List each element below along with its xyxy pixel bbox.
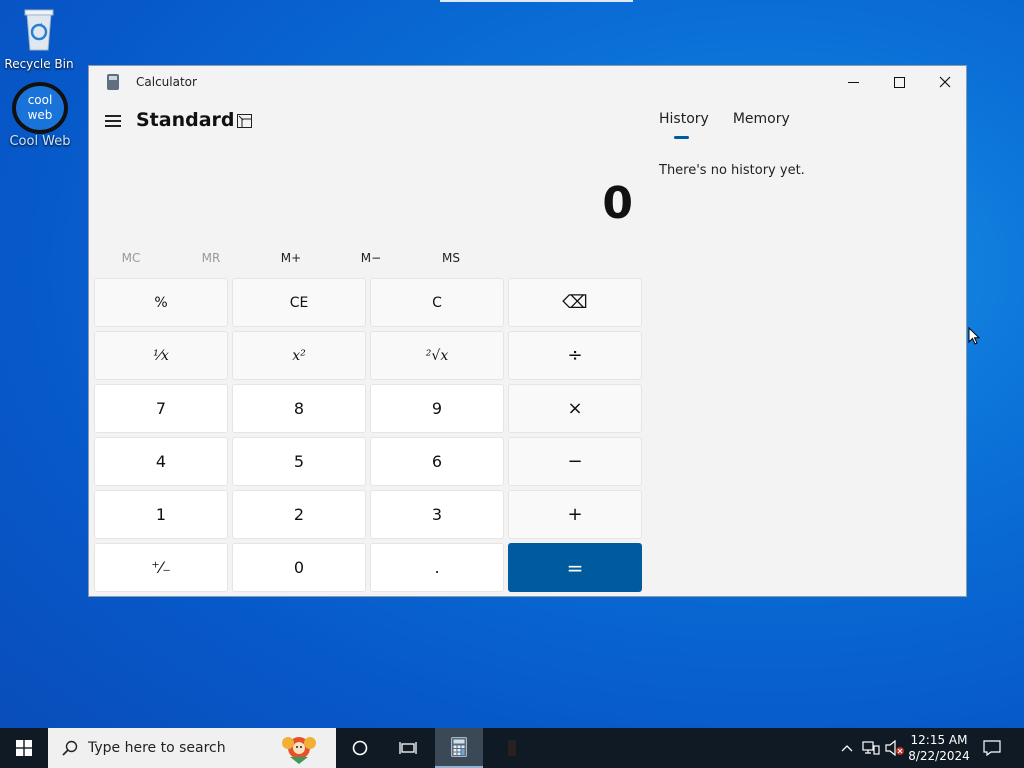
history-memory-tabs: History Memory	[659, 111, 790, 139]
clear-entry-button[interactable]: CE	[232, 278, 366, 327]
title-bar[interactable]: Calculator	[89, 66, 966, 98]
taskbar: Type here to search 12:15 AM 8/22/2024	[0, 728, 1024, 768]
show-hidden-icons-button[interactable]	[838, 728, 856, 768]
tab-history[interactable]: History	[659, 111, 709, 139]
digit-3-button[interactable]: 3	[370, 490, 504, 539]
keep-on-top-icon[interactable]	[237, 114, 252, 128]
calculator-app-icon	[107, 74, 119, 90]
clock-time: 12:15 AM	[910, 733, 968, 747]
digit-1-button[interactable]: 1	[94, 490, 228, 539]
hamburger-icon-line	[105, 120, 121, 122]
plus-button[interactable]: +	[508, 490, 642, 539]
action-center-button[interactable]	[978, 728, 1006, 768]
result-display: 0	[602, 178, 633, 229]
app-window-icon	[508, 740, 516, 756]
backspace-button[interactable]: ⌫	[508, 278, 642, 327]
percent-button[interactable]: %	[94, 278, 228, 327]
cool-web-badge-line1: cool	[27, 93, 53, 107]
desktop-icon-cool-web[interactable]: cool web Cool Web	[1, 82, 79, 149]
divide-button[interactable]: ÷	[508, 331, 642, 380]
equals-button[interactable]: =	[508, 543, 642, 592]
maximize-button[interactable]	[876, 66, 922, 98]
network-icon	[862, 741, 880, 755]
taskbar-app-item[interactable]	[488, 728, 536, 768]
hamburger-icon-line	[105, 115, 121, 117]
cortana-button[interactable]	[336, 728, 384, 768]
minimize-icon	[847, 81, 859, 83]
close-button[interactable]	[922, 66, 968, 98]
desktop-icon-label: Recycle Bin	[4, 57, 74, 71]
clear-button[interactable]: C	[370, 278, 504, 327]
search-placeholder: Type here to search	[88, 740, 226, 756]
multiply-button[interactable]: ×	[508, 384, 642, 433]
memory-row: MC MR M+ M− MS	[91, 251, 491, 265]
reciprocal-button[interactable]: ¹⁄x	[94, 331, 228, 380]
decimal-button[interactable]: .	[370, 543, 504, 592]
search-icon	[62, 740, 78, 756]
memory-recall-button[interactable]: MR	[171, 251, 251, 265]
top-edge-strip	[440, 0, 633, 2]
digit-2-button[interactable]: 2	[232, 490, 366, 539]
volume-muted-icon	[885, 740, 904, 756]
minus-button[interactable]: −	[508, 437, 642, 486]
desktop-icon-label: Cool Web	[9, 134, 71, 149]
digit-5-button[interactable]: 5	[232, 437, 366, 486]
digit-4-button[interactable]: 4	[94, 437, 228, 486]
calculator-mode-title: Standard	[136, 109, 235, 131]
chevron-up-icon	[841, 745, 853, 752]
cortana-circle-icon	[352, 740, 368, 756]
hamburger-icon-line	[105, 125, 121, 127]
digit-8-button[interactable]: 8	[232, 384, 366, 433]
square-button[interactable]: x²	[232, 331, 366, 380]
cool-web-badge-line2: web	[27, 108, 53, 122]
task-view-button[interactable]	[384, 728, 432, 768]
search-highlight-doodle-icon	[282, 737, 316, 764]
negate-button[interactable]: ⁺⁄₋	[94, 543, 228, 592]
notification-icon	[983, 740, 1001, 756]
desktop-icon-recycle-bin[interactable]: Recycle Bin	[0, 6, 78, 71]
square-root-button[interactable]: ²√x	[370, 331, 504, 380]
cool-web-icon: cool web	[12, 82, 68, 134]
task-view-icon	[399, 742, 417, 754]
tab-memory[interactable]: Memory	[733, 111, 790, 127]
digit-6-button[interactable]: 6	[370, 437, 504, 486]
network-tray-button[interactable]	[860, 728, 882, 768]
clock-date: 8/22/2024	[908, 749, 970, 763]
mouse-pointer-icon	[968, 327, 980, 345]
memory-subtract-button[interactable]: M−	[331, 251, 411, 265]
memory-clear-button[interactable]: MC	[91, 251, 171, 265]
digit-7-button[interactable]: 7	[94, 384, 228, 433]
memory-add-button[interactable]: M+	[251, 251, 331, 265]
calculator-icon	[451, 737, 467, 757]
digit-9-button[interactable]: 9	[370, 384, 504, 433]
history-empty-message: There's no history yet.	[659, 163, 805, 178]
close-icon	[939, 76, 951, 88]
maximize-icon	[893, 76, 905, 88]
volume-tray-button[interactable]	[884, 728, 906, 768]
memory-store-button[interactable]: MS	[411, 251, 491, 265]
navigation-menu-button[interactable]	[105, 115, 121, 127]
windows-logo-icon	[16, 740, 32, 756]
window-title: Calculator	[136, 75, 197, 89]
start-button[interactable]	[0, 728, 48, 768]
digit-0-button[interactable]: 0	[232, 543, 366, 592]
calculator-window: Calculator Standard 0 MC MR M+ M− MS % C…	[88, 65, 967, 597]
taskbar-search-box[interactable]: Type here to search	[48, 728, 336, 768]
minimize-button[interactable]	[830, 66, 876, 98]
taskbar-clock[interactable]: 12:15 AM 8/22/2024	[904, 732, 974, 764]
taskbar-calculator-app[interactable]	[435, 728, 483, 768]
keypad: % CE C ⌫ ¹⁄x x² ²√x ÷ 7 8 9 × 4 5 6 − 1 …	[94, 278, 642, 592]
recycle-bin-icon	[24, 9, 54, 51]
